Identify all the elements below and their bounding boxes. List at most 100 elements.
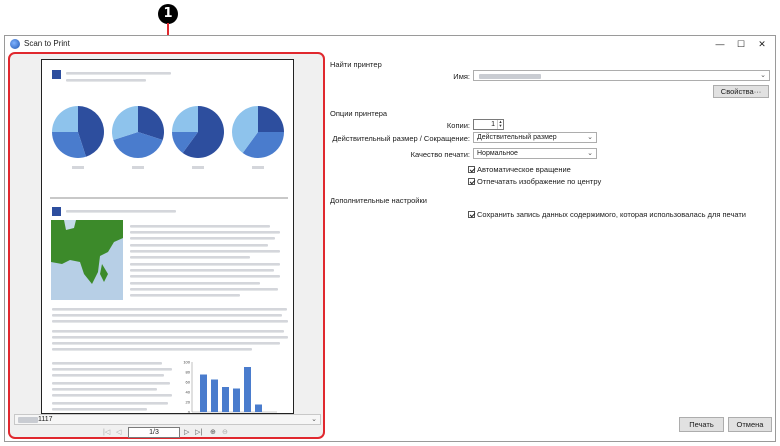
quality-value: Нормальное — [477, 150, 518, 157]
checkbox-checked-icon[interactable] — [468, 178, 475, 185]
blurred-text-line — [130, 237, 275, 240]
blurred-text-line — [130, 288, 278, 291]
bar-chart-bar — [222, 387, 229, 412]
settings-panel: Найти принтер Имя: ⌄ Свойства··· Опции п… — [328, 52, 773, 442]
file-select-dropdown[interactable]: 1117 ⌄ — [14, 414, 321, 425]
blurred-text-line — [130, 250, 280, 253]
bar-chart-bar — [244, 367, 251, 412]
window-title: Scan to Print — [24, 39, 70, 48]
next-page-icon[interactable]: ▷ — [184, 428, 189, 436]
stepper-arrows-icon[interactable]: ▲ ▼ — [497, 120, 503, 129]
zoom-in-icon[interactable]: ⊕ — [210, 428, 216, 436]
pie-label-blurred — [72, 166, 84, 169]
blurred-text-line — [130, 294, 240, 297]
blurred-text-line — [52, 330, 284, 333]
blurred-text-line — [130, 275, 280, 278]
copies-label: Копии: — [446, 121, 470, 130]
quality-select[interactable]: Нормальное ⌄ — [473, 148, 597, 159]
cancel-button[interactable]: Отмена — [728, 417, 772, 432]
page-navigation: |◁ ◁ 1/3 ▷ ▷| ⊕ ⊖ — [10, 427, 323, 439]
blurred-text-line — [52, 342, 280, 345]
pie-slice — [258, 106, 284, 132]
auto-rotate-checkbox[interactable]: Автоматическое вращение — [468, 165, 571, 174]
pie-slice — [172, 106, 198, 132]
blurred-text-line — [130, 282, 260, 285]
size-value: Действительный размер — [477, 134, 557, 141]
section-marker — [52, 207, 61, 216]
page-number-input[interactable]: 1/3 — [128, 427, 180, 438]
file-name-blurred — [18, 417, 38, 423]
first-page-icon[interactable]: |◁ — [103, 428, 110, 436]
pie-label-blurred — [252, 166, 264, 169]
pie-label-blurred — [192, 166, 204, 169]
blurred-text-line — [130, 244, 268, 247]
chevron-down-icon: ⌄ — [311, 416, 317, 423]
save-record-label: Сохранить запись данных содержимого, кот… — [477, 210, 746, 219]
properties-button[interactable]: Свойства··· — [713, 85, 769, 98]
center-image-label: Отпечатать изображение по центру — [477, 177, 602, 186]
print-button[interactable]: Печать — [679, 417, 724, 432]
printer-name-select[interactable]: ⌄ — [473, 70, 770, 81]
blurred-text-line — [52, 308, 287, 311]
blurred-text-line — [52, 314, 282, 317]
blurred-text-line — [130, 256, 250, 259]
bar-chart-bar — [233, 388, 240, 412]
auto-rotate-label: Автоматическое вращение — [477, 165, 571, 174]
pie-slice — [52, 106, 78, 132]
bar-chart-tick-label: 100 — [183, 360, 190, 365]
preview-area-highlight: 100 80 60 40 20 0 1117 ⌄ |◁ ◁ 1/3 ▷ ▷| ⊕ ⊖ — [8, 52, 325, 439]
copies-value: 1 — [491, 121, 495, 128]
title-bar: Scan to Print — ☐ ✕ — [5, 36, 775, 52]
blurred-text-line — [130, 263, 280, 266]
blurred-text-line — [66, 79, 146, 82]
size-label: Действительный размер / Сокращение: — [332, 134, 470, 143]
blurred-text-line — [130, 269, 274, 272]
bar-chart-bar — [255, 404, 262, 412]
find-printer-title: Найти принтер — [330, 60, 382, 69]
printer-options-title: Опции принтера — [330, 109, 388, 118]
bar-chart-tick-label: 20 — [186, 400, 191, 405]
quality-label: Качество печати: — [410, 150, 470, 159]
chevron-down-icon: ⌄ — [587, 134, 593, 141]
bar-chart-bar — [200, 374, 207, 412]
blurred-text-line — [52, 336, 288, 339]
checkbox-checked-icon[interactable] — [468, 211, 475, 218]
blurred-text-line — [52, 368, 172, 371]
pie-label-blurred — [132, 166, 144, 169]
app-icon — [10, 39, 20, 49]
blurred-text-line — [130, 225, 270, 228]
scan-to-print-window: Scan to Print — ☐ ✕ 100 80 60 40 20 0 1117 ⌄ … — [4, 35, 776, 442]
blurred-heading — [66, 72, 171, 75]
blurred-text-line — [130, 231, 280, 234]
zoom-out-icon[interactable]: ⊖ — [222, 428, 228, 436]
blurred-text-line — [52, 382, 170, 385]
close-button[interactable]: ✕ — [748, 36, 776, 52]
blurred-text-line — [52, 348, 252, 351]
blurred-text-line — [52, 394, 172, 397]
blurred-text-line — [52, 320, 288, 323]
additional-settings-title: Дополнительные настройки — [330, 196, 427, 205]
bar-chart-bar — [211, 379, 218, 412]
bar-chart-tick-label: 60 — [186, 380, 191, 385]
preview-page-image: 100 80 60 40 20 0 — [50, 70, 288, 414]
last-page-icon[interactable]: ▷| — [195, 428, 202, 436]
printer-name-blurred — [479, 74, 541, 79]
center-image-checkbox[interactable]: Отпечатать изображение по центру — [468, 177, 601, 186]
bar-chart-tick-label: 0 — [188, 410, 191, 414]
size-select[interactable]: Действительный размер ⌄ — [473, 132, 597, 143]
section-marker — [52, 70, 61, 79]
checkbox-checked-icon[interactable] — [468, 166, 475, 173]
save-record-checkbox[interactable]: Сохранить запись данных содержимого, кот… — [468, 210, 746, 219]
file-name: 1117 — [38, 416, 53, 423]
callout-number-1: 1 — [158, 4, 178, 24]
blurred-text-line — [52, 374, 164, 377]
prev-page-icon[interactable]: ◁ — [116, 428, 121, 436]
blurred-text-line — [52, 362, 162, 365]
bar-chart-tick-label: 40 — [186, 390, 191, 395]
copies-stepper[interactable]: 1 ▲ ▼ — [473, 119, 504, 130]
chevron-down-icon: ⌄ — [587, 150, 593, 157]
chevron-down-icon: ⌄ — [760, 72, 766, 79]
blurred-text-line — [52, 402, 168, 405]
blurred-text-line — [52, 388, 157, 391]
preview-page: 100 80 60 40 20 0 — [41, 59, 294, 414]
